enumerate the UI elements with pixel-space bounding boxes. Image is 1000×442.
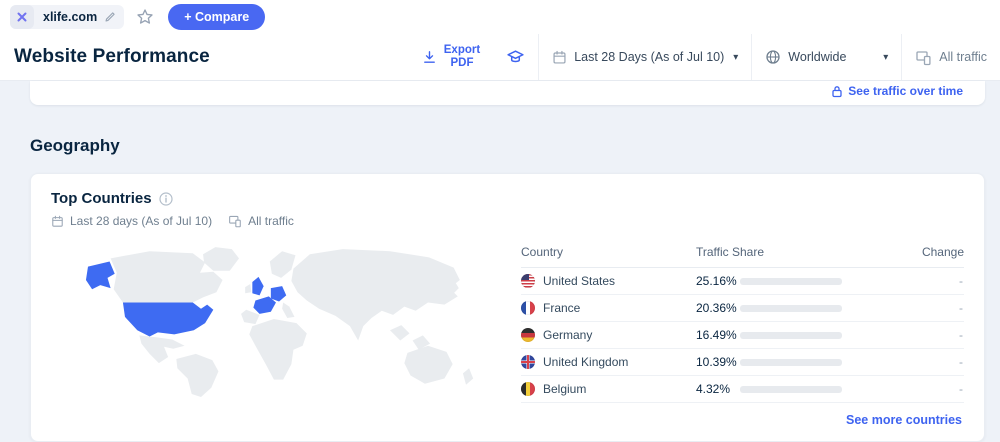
- traffic-share-value: 20.36%: [696, 301, 740, 315]
- traffic-share-value: 10.39%: [696, 355, 740, 369]
- download-icon: [422, 50, 437, 65]
- map-highlight-united-states: [123, 303, 213, 337]
- see-more-countries-link[interactable]: See more countries: [846, 413, 962, 427]
- map-land-scandinavia: [270, 252, 296, 279]
- traffic-share-value: 16.49%: [696, 328, 740, 342]
- country-name: United Kingdom: [543, 355, 628, 369]
- map-highlight-united-kingdom: [252, 277, 263, 295]
- table-row[interactable]: United States 25.16% -: [521, 268, 964, 295]
- country-name: Germany: [543, 328, 592, 342]
- col-header-change: Change: [904, 245, 964, 259]
- traffic-card-bottom: See traffic over time: [30, 81, 985, 105]
- see-traffic-over-time-link[interactable]: See traffic over time: [831, 84, 963, 98]
- traffic-type-filter[interactable]: All traffic: [901, 34, 1000, 80]
- flag-gb-icon: [521, 355, 535, 369]
- info-icon[interactable]: [159, 192, 173, 206]
- map-land-iberia: [241, 310, 259, 324]
- map-land-se-asia: [390, 326, 430, 351]
- table-row[interactable]: France 20.36% -: [521, 295, 964, 322]
- header-toolbar: ExportPDF Last 28 Days (As of Jul 10) ▾ …: [409, 34, 1000, 80]
- card-date-label: Last 28 days (As of Jul 10): [70, 214, 212, 228]
- see-traffic-over-time-label: See traffic over time: [848, 84, 963, 98]
- map-land-south-america: [176, 354, 218, 397]
- change-value: -: [904, 382, 964, 396]
- top-countries-card: Top Countries Last 28 days (As of Jul 10…: [30, 173, 985, 442]
- favorite-star-button[interactable]: [136, 8, 154, 26]
- close-icon: [17, 12, 27, 22]
- top-countries-title: Top Countries: [51, 190, 152, 207]
- traffic-share-value: 25.16%: [696, 274, 740, 288]
- pencil-icon: [104, 11, 116, 23]
- traffic-share-bar: [740, 359, 842, 366]
- change-value: -: [904, 274, 964, 288]
- content-area: See traffic over time Geography Top Coun…: [0, 81, 1000, 442]
- traffic-share-bar: [740, 386, 842, 393]
- col-header-country: Country: [521, 245, 696, 259]
- traffic-type-value: All traffic: [939, 50, 987, 64]
- export-label-line1: Export: [444, 44, 480, 56]
- geography-section-title: Geography: [30, 136, 985, 156]
- lock-icon: [831, 85, 843, 98]
- calendar-icon: [552, 50, 567, 65]
- map-land-asia: [291, 250, 459, 341]
- date-range-value: Last 28 Days (As of Jul 10): [574, 50, 724, 64]
- region-filter[interactable]: Worldwide ▾: [751, 34, 901, 80]
- col-header-traffic-share: Traffic Share: [696, 245, 904, 259]
- devices-icon: [915, 49, 932, 66]
- change-value: -: [904, 301, 964, 315]
- site-tag: xlife.com: [10, 5, 124, 29]
- site-name: xlife.com: [43, 10, 97, 24]
- map-land-new-zealand: [463, 369, 473, 385]
- traffic-share-value: 4.32%: [696, 382, 740, 396]
- map-highlight-alaska: [86, 262, 115, 290]
- country-name: United States: [543, 274, 615, 288]
- map-land-australia: [404, 346, 452, 384]
- edit-site-button[interactable]: [104, 11, 116, 23]
- map-land-ireland: [245, 285, 251, 294]
- flag-be-icon: [521, 382, 535, 396]
- chevron-down-icon: ▾: [733, 52, 738, 63]
- graduation-cap-icon: [506, 49, 525, 66]
- devices-icon: [228, 214, 242, 228]
- card-filter-row: Last 28 days (As of Jul 10) All traffic: [51, 214, 964, 228]
- change-value: -: [904, 328, 964, 342]
- compare-button[interactable]: + Compare: [168, 4, 265, 30]
- top-strip: xlife.com + Compare: [0, 0, 1000, 34]
- traffic-share-bar: [740, 278, 842, 285]
- top-countries-table: Country Traffic Share Change United Stat…: [521, 240, 964, 403]
- world-map-svg: [51, 244, 503, 398]
- region-value: Worldwide: [788, 50, 846, 64]
- flag-fr-icon: [521, 301, 535, 315]
- remove-site-button[interactable]: [10, 5, 34, 29]
- page-header: Website Performance ExportPDF Last 28 Da…: [0, 34, 1000, 81]
- star-icon: [136, 8, 154, 26]
- country-name: Belgium: [543, 382, 586, 396]
- map-land-italy: [282, 303, 294, 318]
- traffic-share-bar: [740, 332, 842, 339]
- export-pdf-button[interactable]: ExportPDF: [409, 34, 493, 80]
- globe-icon: [765, 49, 781, 65]
- page-title: Website Performance: [14, 46, 210, 68]
- table-header-row: Country Traffic Share Change: [521, 240, 964, 268]
- export-label-line2: PDF: [450, 57, 473, 69]
- chevron-down-icon: ▾: [883, 52, 888, 63]
- table-row[interactable]: Germany 16.49% -: [521, 322, 964, 349]
- map-highlight-germany: [271, 287, 286, 302]
- country-name: France: [543, 301, 580, 315]
- flag-de-icon: [521, 328, 535, 342]
- world-map: [51, 240, 503, 403]
- table-row[interactable]: Belgium 4.32% -: [521, 376, 964, 403]
- card-traffic-label: All traffic: [248, 214, 294, 228]
- change-value: -: [904, 355, 964, 369]
- flag-us-icon: [521, 274, 535, 288]
- calendar-icon: [51, 215, 64, 228]
- traffic-share-bar: [740, 305, 842, 312]
- academy-button[interactable]: [493, 34, 538, 80]
- table-row[interactable]: United Kingdom 10.39% -: [521, 349, 964, 376]
- date-range-filter[interactable]: Last 28 Days (As of Jul 10) ▾: [538, 34, 751, 80]
- map-land-africa: [249, 319, 307, 380]
- map-land-greenland: [203, 248, 239, 272]
